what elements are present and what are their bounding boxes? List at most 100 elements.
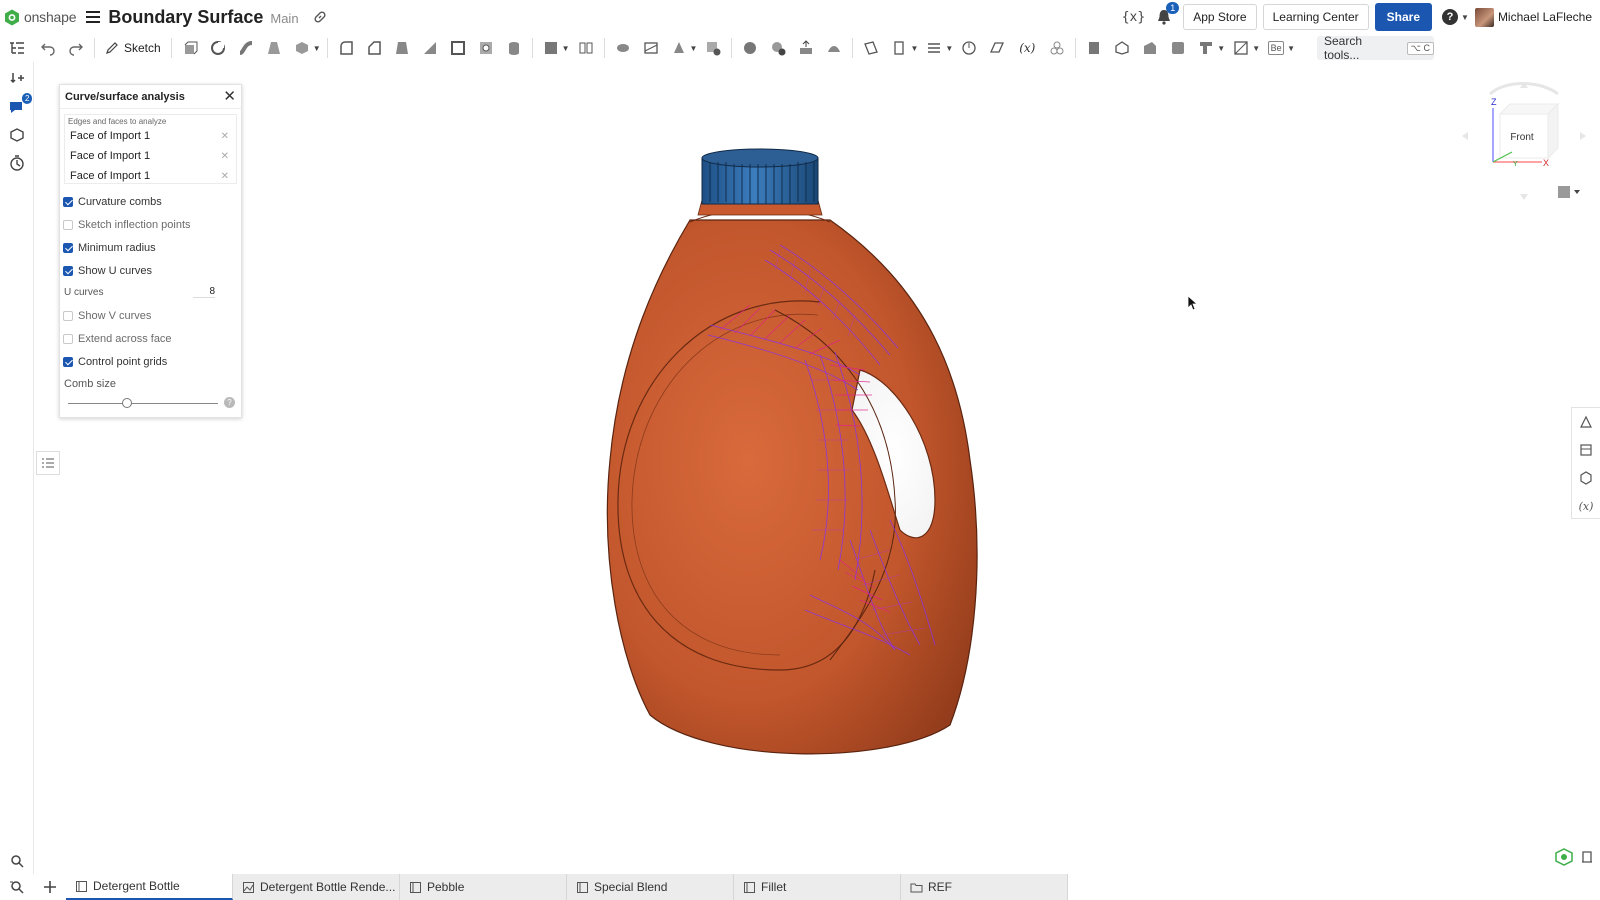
control-point-grids-checkbox[interactable] [63, 356, 73, 367]
section-dropdown-icon[interactable]: ▼ [1252, 44, 1260, 53]
search-tabs-icon[interactable] [9, 879, 25, 895]
control-point-grids-option[interactable]: Control point grids [60, 350, 241, 373]
loft-icon[interactable] [266, 40, 282, 56]
revolve-icon[interactable] [210, 40, 226, 56]
tab-ref[interactable]: REF [901, 874, 1068, 900]
slider-thumb[interactable] [121, 398, 132, 408]
notifications-icon[interactable]: 1 [1155, 2, 1180, 26]
variable-table-icon[interactable]: (x) [1572, 492, 1600, 520]
frame-dropdown-icon[interactable]: ▼ [1217, 44, 1225, 53]
curvature-combs-option[interactable]: Curvature combs [60, 190, 241, 213]
show-v-curves-option[interactable]: Show V curves [60, 304, 241, 327]
link-icon[interactable] [313, 10, 327, 24]
sheet-metal-icon[interactable] [1114, 40, 1130, 56]
show-u-curves-option[interactable]: Show U curves [60, 259, 241, 282]
extend-across-face-checkbox[interactable] [63, 333, 73, 344]
selection-item[interactable]: Face of Import 1 ✕ [68, 166, 233, 186]
search-tools-input[interactable]: Search tools... ⌥ C [1317, 34, 1434, 62]
help-dropdown-icon[interactable]: ▼ [1461, 13, 1469, 22]
cylinder-icon[interactable] [506, 40, 522, 56]
tab-fillet[interactable]: Fillet [734, 874, 901, 900]
tab-special-blend[interactable]: Special Blend [567, 874, 734, 900]
transform-icon[interactable] [671, 40, 687, 56]
replace-face-icon[interactable] [826, 40, 842, 56]
chamfer-icon[interactable] [366, 40, 382, 56]
curvature-combs-checkbox[interactable] [63, 196, 73, 207]
pattern-dropdown-icon[interactable]: ▼ [562, 44, 570, 53]
shell-icon[interactable] [450, 40, 466, 56]
close-icon[interactable]: ✕ [223, 89, 236, 104]
custom-feature-icon[interactable]: Be [1268, 41, 1285, 55]
derived-icon[interactable] [1086, 40, 1102, 56]
minimum-radius-checkbox[interactable] [63, 242, 73, 253]
selection-item[interactable]: Face of Import 1 ✕ [68, 126, 233, 146]
move-face-icon[interactable] [798, 40, 814, 56]
sketch-button[interactable]: Sketch [105, 41, 161, 55]
mate-connector-dropdown-icon[interactable]: ▼ [910, 44, 918, 53]
u-curves-field[interactable]: U curves 8 [60, 282, 241, 302]
extrude-icon[interactable] [182, 40, 198, 56]
insert-icon[interactable] [8, 70, 26, 88]
section-icon[interactable] [1233, 40, 1249, 56]
avatar[interactable] [1474, 7, 1494, 27]
appearance-icon[interactable] [1572, 408, 1600, 436]
pattern-icon[interactable] [543, 40, 559, 56]
thicken-icon[interactable] [294, 40, 310, 56]
tab-detergent-bottle[interactable]: Detergent Bottle [66, 874, 233, 900]
composite-icon[interactable] [1049, 40, 1065, 56]
menu-icon[interactable] [86, 11, 101, 23]
mate-connector-icon[interactable] [891, 40, 907, 56]
app-store-button[interactable]: App Store [1183, 4, 1257, 30]
delete-face-icon[interactable] [770, 40, 786, 56]
helix-icon[interactable] [961, 40, 977, 56]
remove-selection-icon[interactable]: ✕ [221, 171, 229, 182]
variables-icon[interactable]: {x} [1122, 10, 1145, 25]
tab-pebble[interactable]: Pebble [400, 874, 567, 900]
view-cube[interactable]: Front Z X Y [1460, 74, 1588, 210]
comments-icon[interactable]: 2 [8, 93, 33, 116]
add-tab-icon[interactable] [43, 880, 57, 894]
undo-icon[interactable] [40, 40, 56, 56]
delete-part-icon[interactable] [705, 40, 721, 56]
curves-dropdown-icon[interactable]: ▼ [945, 44, 953, 53]
frame-icon[interactable] [1198, 40, 1214, 56]
curves-icon[interactable] [926, 40, 942, 56]
variable-icon[interactable]: (x) [1017, 40, 1037, 56]
help-icon[interactable]: ? [1442, 9, 1459, 25]
minimum-radius-option[interactable]: Minimum radius [60, 236, 241, 259]
bend-icon[interactable] [1170, 40, 1186, 56]
configurations-icon[interactable] [8, 126, 26, 144]
bottle-model[interactable] [590, 140, 1010, 780]
history-icon[interactable] [8, 154, 26, 172]
view-search-icon[interactable] [8, 852, 26, 870]
split-icon[interactable] [643, 40, 659, 56]
user-name[interactable]: Michael LaFleche [1498, 10, 1592, 24]
tab-detergent-bottle-render[interactable]: Detergent Bottle Rende... [233, 874, 400, 900]
feature-list-icon[interactable] [0, 40, 34, 56]
flange-icon[interactable] [1142, 40, 1158, 56]
learning-center-button[interactable]: Learning Center [1262, 4, 1369, 30]
share-button[interactable]: Share [1374, 3, 1433, 31]
boolean-icon[interactable] [615, 40, 631, 56]
plane-icon[interactable] [863, 40, 879, 56]
remove-selection-icon[interactable]: ✕ [221, 151, 229, 162]
remove-selection-icon[interactable]: ✕ [221, 131, 229, 142]
show-u-curves-checkbox[interactable] [63, 265, 73, 276]
show-v-curves-checkbox[interactable] [63, 310, 73, 321]
onshape-logo[interactable]: onshape [4, 9, 77, 26]
selection-item[interactable]: Face of Import 1 ✕ [68, 146, 233, 166]
sweep-icon[interactable] [238, 40, 254, 56]
modify-fillet-icon[interactable] [742, 40, 758, 56]
rib-icon[interactable] [422, 40, 438, 56]
mass-properties-icon[interactable] [1572, 464, 1600, 492]
measure-icon[interactable] [1580, 848, 1594, 864]
help-icon[interactable]: ? [224, 397, 235, 408]
surface-icon[interactable] [989, 40, 1005, 56]
transform-dropdown-icon[interactable]: ▼ [690, 44, 698, 53]
document-title[interactable]: Boundary Surface [108, 7, 263, 28]
draft-icon[interactable] [394, 40, 410, 56]
redo-icon[interactable] [68, 40, 84, 56]
thicken-dropdown-icon[interactable]: ▼ [313, 44, 321, 53]
sketch-inflection-points-checkbox[interactable] [63, 219, 73, 230]
feature-list-toggle-icon[interactable] [36, 451, 60, 475]
